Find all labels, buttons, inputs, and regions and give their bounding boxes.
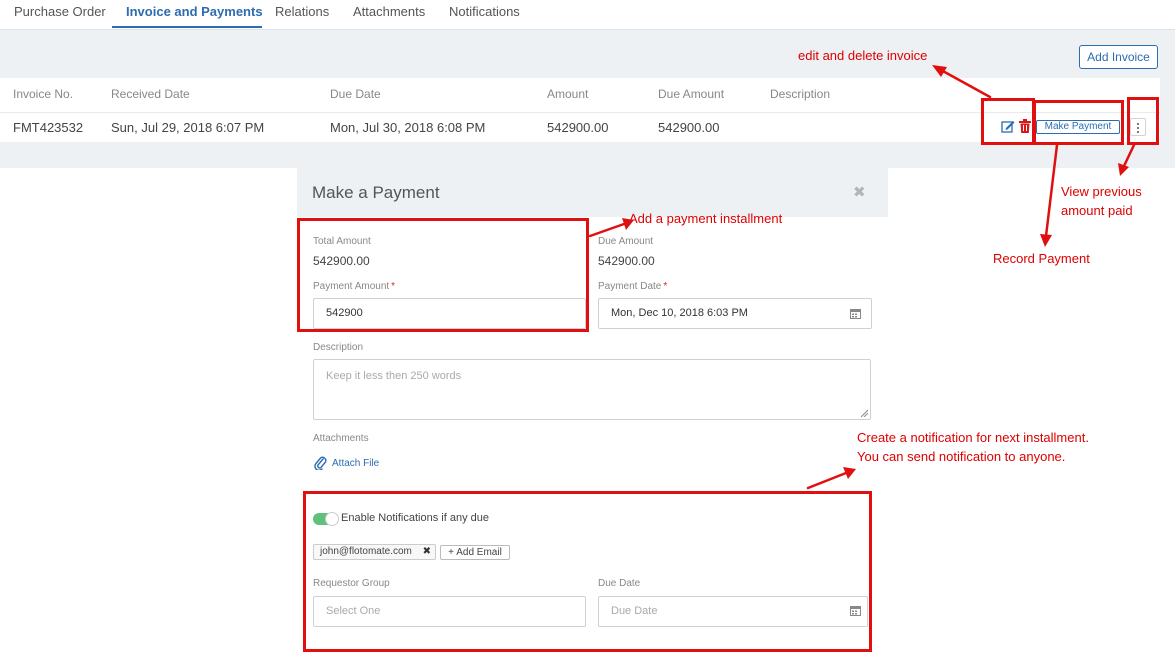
due-amount-value: 542900.00 [598, 254, 655, 268]
payment-date-label: Payment Date * [598, 281, 668, 292]
modal-title: Make a Payment [312, 183, 440, 202]
annotation-view-previous-line2: amount paid [1061, 203, 1133, 218]
annotation-box-payment-amount [297, 218, 589, 332]
cell-amount: 542900.00 [547, 120, 609, 135]
annotation-edit-delete: edit and delete invoice [798, 48, 928, 63]
tab-relations[interactable]: Relations [275, 4, 329, 19]
cell-received-date: Sun, Jul 29, 2018 6:07 PM [111, 120, 265, 135]
cell-invoice-no: FMT423532 [13, 120, 84, 135]
add-invoice-button[interactable]: Add Invoice [1079, 45, 1158, 69]
annotation-view-previous-line1: View previous [1061, 184, 1142, 199]
attach-file-label: Attach File [332, 458, 380, 469]
active-tab-indicator [112, 26, 262, 28]
column-header-invoice-no: Invoice No. [13, 87, 74, 101]
tab-invoice-and-payments[interactable]: Invoice and Payments [126, 4, 263, 19]
annotation-box-notifications [303, 491, 872, 652]
tab-purchase-order[interactable]: Purchase Order [14, 4, 106, 19]
tab-attachments[interactable]: Attachments [353, 4, 425, 19]
description-label: Description [313, 342, 364, 353]
annotation-box-make-payment [1033, 100, 1124, 145]
attachments-label: Attachments [313, 433, 369, 444]
resize-handle-icon[interactable] [860, 409, 868, 417]
due-amount-label: Due Amount [598, 236, 654, 247]
annotation-notification-line2: You can send notification to anyone. [857, 449, 1066, 464]
column-header-due-date: Due Date [330, 87, 381, 101]
column-header-amount: Amount [547, 87, 589, 101]
calendar-icon[interactable] [850, 308, 861, 319]
payment-date-value: Mon, Dec 10, 2018 6:03 PM [611, 307, 748, 319]
column-header-due-amount: Due Amount [658, 87, 725, 101]
close-icon[interactable]: ✖ [853, 183, 866, 201]
cell-due-date: Mon, Jul 30, 2018 6:08 PM [330, 120, 486, 135]
description-placeholder: Keep it less then 250 words [326, 370, 462, 382]
annotation-box-more-options [1127, 97, 1159, 145]
tab-bar: Purchase Order Invoice and Payments Rela… [0, 0, 1175, 30]
annotation-add-installment: Add a payment installment [629, 211, 783, 226]
payment-date-input[interactable]: Mon, Dec 10, 2018 6:03 PM [598, 298, 872, 329]
tab-notifications[interactable]: Notifications [449, 4, 520, 19]
annotation-notification-line1: Create a notification for next installme… [857, 430, 1089, 445]
cell-due-amount: 542900.00 [658, 120, 720, 135]
modal-header: Make a Payment ✖ [297, 168, 888, 217]
column-header-description: Description [770, 87, 831, 101]
description-textarea[interactable]: Keep it less then 250 words [313, 359, 871, 420]
paperclip-icon [314, 456, 327, 470]
annotation-box-edit-delete [981, 98, 1035, 145]
column-header-received-date: Received Date [111, 87, 190, 101]
annotation-record-payment: Record Payment [993, 251, 1090, 266]
